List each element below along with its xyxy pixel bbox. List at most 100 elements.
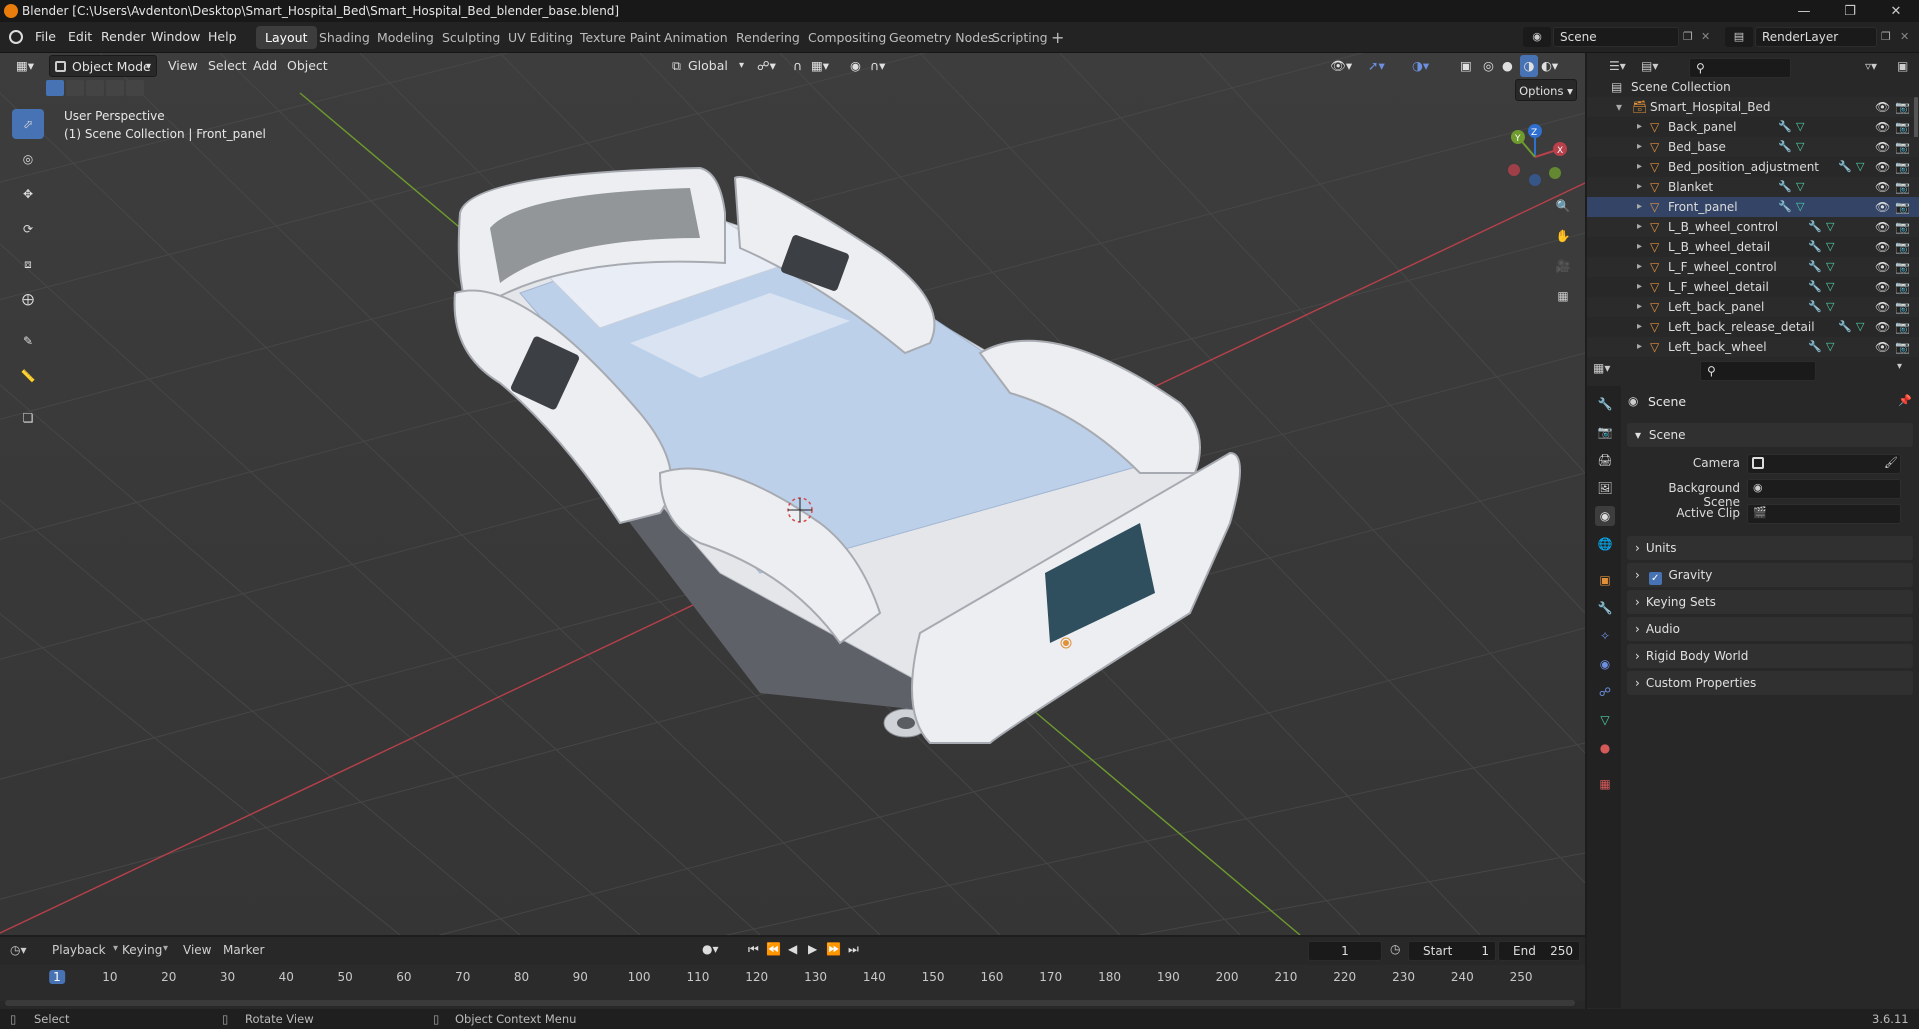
camera-view-icon[interactable]: 🎥: [1550, 253, 1576, 279]
expand-arrow-icon[interactable]: ▸: [1637, 337, 1642, 357]
modifier-icon[interactable]: 🔧: [1808, 257, 1822, 277]
select-invert-icon[interactable]: [106, 80, 124, 96]
editor-type-button[interactable]: ▦▾: [10, 55, 40, 77]
navigation-gizmo[interactable]: Z X Y: [1500, 117, 1580, 197]
outliner-editor-icon[interactable]: ☰▾: [1609, 59, 1626, 73]
eyedropper-icon[interactable]: 🖌: [1884, 456, 1898, 469]
outliner-object-row[interactable]: ▸ ▽ Front_panel 🔧 ▽ 👁 📷: [1587, 197, 1919, 217]
maximize-button[interactable]: ❐: [1827, 0, 1873, 22]
outliner-collection-row[interactable]: ▾ 🗃 Smart_Hospital_Bed 👁 📷: [1587, 97, 1919, 117]
zoom-icon[interactable]: 🔍: [1550, 193, 1576, 219]
outliner-object-row[interactable]: ▸ ▽ Left_back_wheel 🔧 ▽ 👁 📷: [1587, 337, 1919, 357]
mesh-data-icon[interactable]: ▽: [1796, 117, 1804, 137]
tab-sculpting[interactable]: Sculpting: [433, 26, 509, 49]
3d-viewport[interactable]: ▦▾ Object Mode ▾ View Select Add Object …: [0, 53, 1585, 935]
record-keyframe-icon[interactable]: ●▾: [702, 942, 719, 956]
timeline-editor-icon[interactable]: ◷▾: [10, 943, 27, 957]
outliner-object-row[interactable]: ▸ ▽ Bed_position_adjustment 🔧 ▽ 👁 📷: [1587, 157, 1919, 177]
tool-tab-icon[interactable]: 🔧: [1595, 394, 1615, 414]
modifier-icon[interactable]: 🔧: [1778, 137, 1792, 157]
data-tab-icon[interactable]: ▽: [1595, 710, 1615, 730]
mesh-data-icon[interactable]: ▽: [1826, 337, 1834, 357]
transform-orientation-dropdown[interactable]: ⧉ Global ▾: [670, 55, 746, 77]
current-frame-field[interactable]: 1: [1308, 941, 1382, 961]
visibility-icon[interactable]: 👁▾: [1330, 55, 1352, 77]
gizmo-toggle-icon[interactable]: ➚▾: [1368, 55, 1385, 77]
menu-marker[interactable]: Marker: [223, 943, 264, 957]
outliner-object-row[interactable]: ▸ ▽ L_F_wheel_detail 🔧 ▽ 👁 📷: [1587, 277, 1919, 297]
perspective-toggle-icon[interactable]: ▦: [1550, 283, 1576, 309]
visibility-eye-icon[interactable]: 👁: [1875, 137, 1890, 157]
expand-arrow-icon[interactable]: ▸: [1637, 137, 1642, 157]
next-keyframe-icon[interactable]: ⏩: [826, 942, 841, 956]
tab-layout[interactable]: Layout: [256, 26, 317, 49]
expand-arrow-icon[interactable]: ▸: [1637, 177, 1642, 197]
mesh-data-icon[interactable]: ▽: [1856, 157, 1864, 177]
properties-editor-icon[interactable]: ▦▾: [1593, 361, 1610, 375]
start-frame-field[interactable]: Start 1: [1408, 941, 1496, 961]
transform-tool[interactable]: ⨁: [12, 284, 44, 314]
keying-sets-section[interactable]: › Keying Sets: [1627, 590, 1913, 614]
render-camera-icon[interactable]: 📷: [1895, 97, 1910, 117]
timeline-scrollbar[interactable]: [5, 1000, 1575, 1006]
select-subtract-icon[interactable]: [86, 80, 104, 96]
expand-arrow-icon[interactable]: ▸: [1637, 157, 1642, 177]
menu-view[interactable]: View: [183, 943, 211, 957]
snap-toggle-icon[interactable]: ∩: [793, 55, 802, 77]
modifier-icon[interactable]: 🔧: [1778, 197, 1792, 217]
end-frame-field[interactable]: End 250: [1498, 941, 1580, 961]
modifier-icon[interactable]: 🔧: [1838, 317, 1852, 337]
add-workspace-icon[interactable]: +: [1051, 28, 1064, 47]
visibility-eye-icon[interactable]: 👁: [1875, 337, 1890, 357]
visibility-eye-icon[interactable]: 👁: [1875, 277, 1890, 297]
play-reverse-icon[interactable]: ◀: [788, 942, 797, 956]
properties-search-input[interactable]: ⚲: [1700, 361, 1816, 381]
outliner-object-row[interactable]: ▸ ▽ L_F_wheel_control 🔧 ▽ 👁 📷: [1587, 257, 1919, 277]
expand-arrow-icon[interactable]: ▸: [1637, 117, 1642, 137]
select-new-icon[interactable]: [46, 80, 64, 96]
xray-toggle-icon[interactable]: ▣: [1460, 55, 1472, 77]
outliner-search-input[interactable]: ⚲: [1689, 58, 1791, 78]
outliner-object-row[interactable]: ▸ ▽ Blanket 🔧 ▽ 👁 📷: [1587, 177, 1919, 197]
play-icon[interactable]: ▶: [808, 942, 817, 956]
select-box-tool[interactable]: ⬀: [12, 109, 44, 139]
new-view-layer-icon[interactable]: ❐: [1881, 30, 1891, 43]
visibility-eye-icon[interactable]: 👁: [1875, 197, 1890, 217]
mesh-data-icon[interactable]: ▽: [1826, 257, 1834, 277]
render-camera-icon[interactable]: 📷: [1895, 237, 1910, 257]
select-intersect-icon[interactable]: [126, 80, 144, 96]
menu-object[interactable]: Object: [287, 55, 328, 77]
visibility-eye-icon[interactable]: 👁: [1875, 217, 1890, 237]
mesh-data-icon[interactable]: ▽: [1826, 217, 1834, 237]
menu-render[interactable]: Render: [101, 29, 146, 44]
visibility-eye-icon[interactable]: 👁: [1875, 117, 1890, 137]
mesh-data-icon[interactable]: ▽: [1796, 177, 1804, 197]
solid-shading-icon[interactable]: ●: [1502, 55, 1513, 77]
expand-arrow-icon[interactable]: ▸: [1637, 317, 1642, 337]
rigid-body-world-section[interactable]: › Rigid Body World: [1627, 644, 1913, 668]
active-clip-field[interactable]: 🎬: [1747, 504, 1901, 524]
scene-tab-icon[interactable]: ◉: [1595, 506, 1615, 526]
expand-arrow-icon[interactable]: ▸: [1637, 217, 1642, 237]
proportional-edit-icon[interactable]: ◉: [850, 55, 861, 77]
tab-animation[interactable]: Animation: [655, 26, 737, 49]
object-tab-icon[interactable]: ▣: [1595, 570, 1615, 590]
prev-keyframe-icon[interactable]: ⏪: [766, 942, 781, 956]
tab-scripting[interactable]: Scripting: [983, 26, 1057, 49]
units-section[interactable]: › Units: [1627, 536, 1913, 560]
jump-start-icon[interactable]: ⏮: [748, 942, 759, 957]
rendered-shading-icon[interactable]: ◐▾: [1541, 55, 1558, 77]
object-mode-dropdown[interactable]: Object Mode ▾: [49, 55, 157, 77]
view-layer-field[interactable]: RenderLayer: [1755, 27, 1877, 47]
mesh-data-icon[interactable]: ▽: [1826, 277, 1834, 297]
options-dropdown[interactable]: Options ▾: [1515, 79, 1577, 101]
visibility-eye-icon[interactable]: 👁: [1875, 97, 1890, 117]
material-preview-icon[interactable]: ◑: [1520, 55, 1538, 77]
annotate-tool[interactable]: ✎: [12, 326, 44, 356]
render-camera-icon[interactable]: 📷: [1895, 337, 1910, 357]
render-camera-icon[interactable]: 📷: [1895, 177, 1910, 197]
modifier-icon[interactable]: 🔧: [1808, 237, 1822, 257]
view-layer-browse-icon[interactable]: ▤: [1725, 27, 1753, 47]
tab-rendering[interactable]: Rendering: [727, 26, 809, 49]
delete-scene-icon[interactable]: ✕: [1701, 30, 1710, 43]
